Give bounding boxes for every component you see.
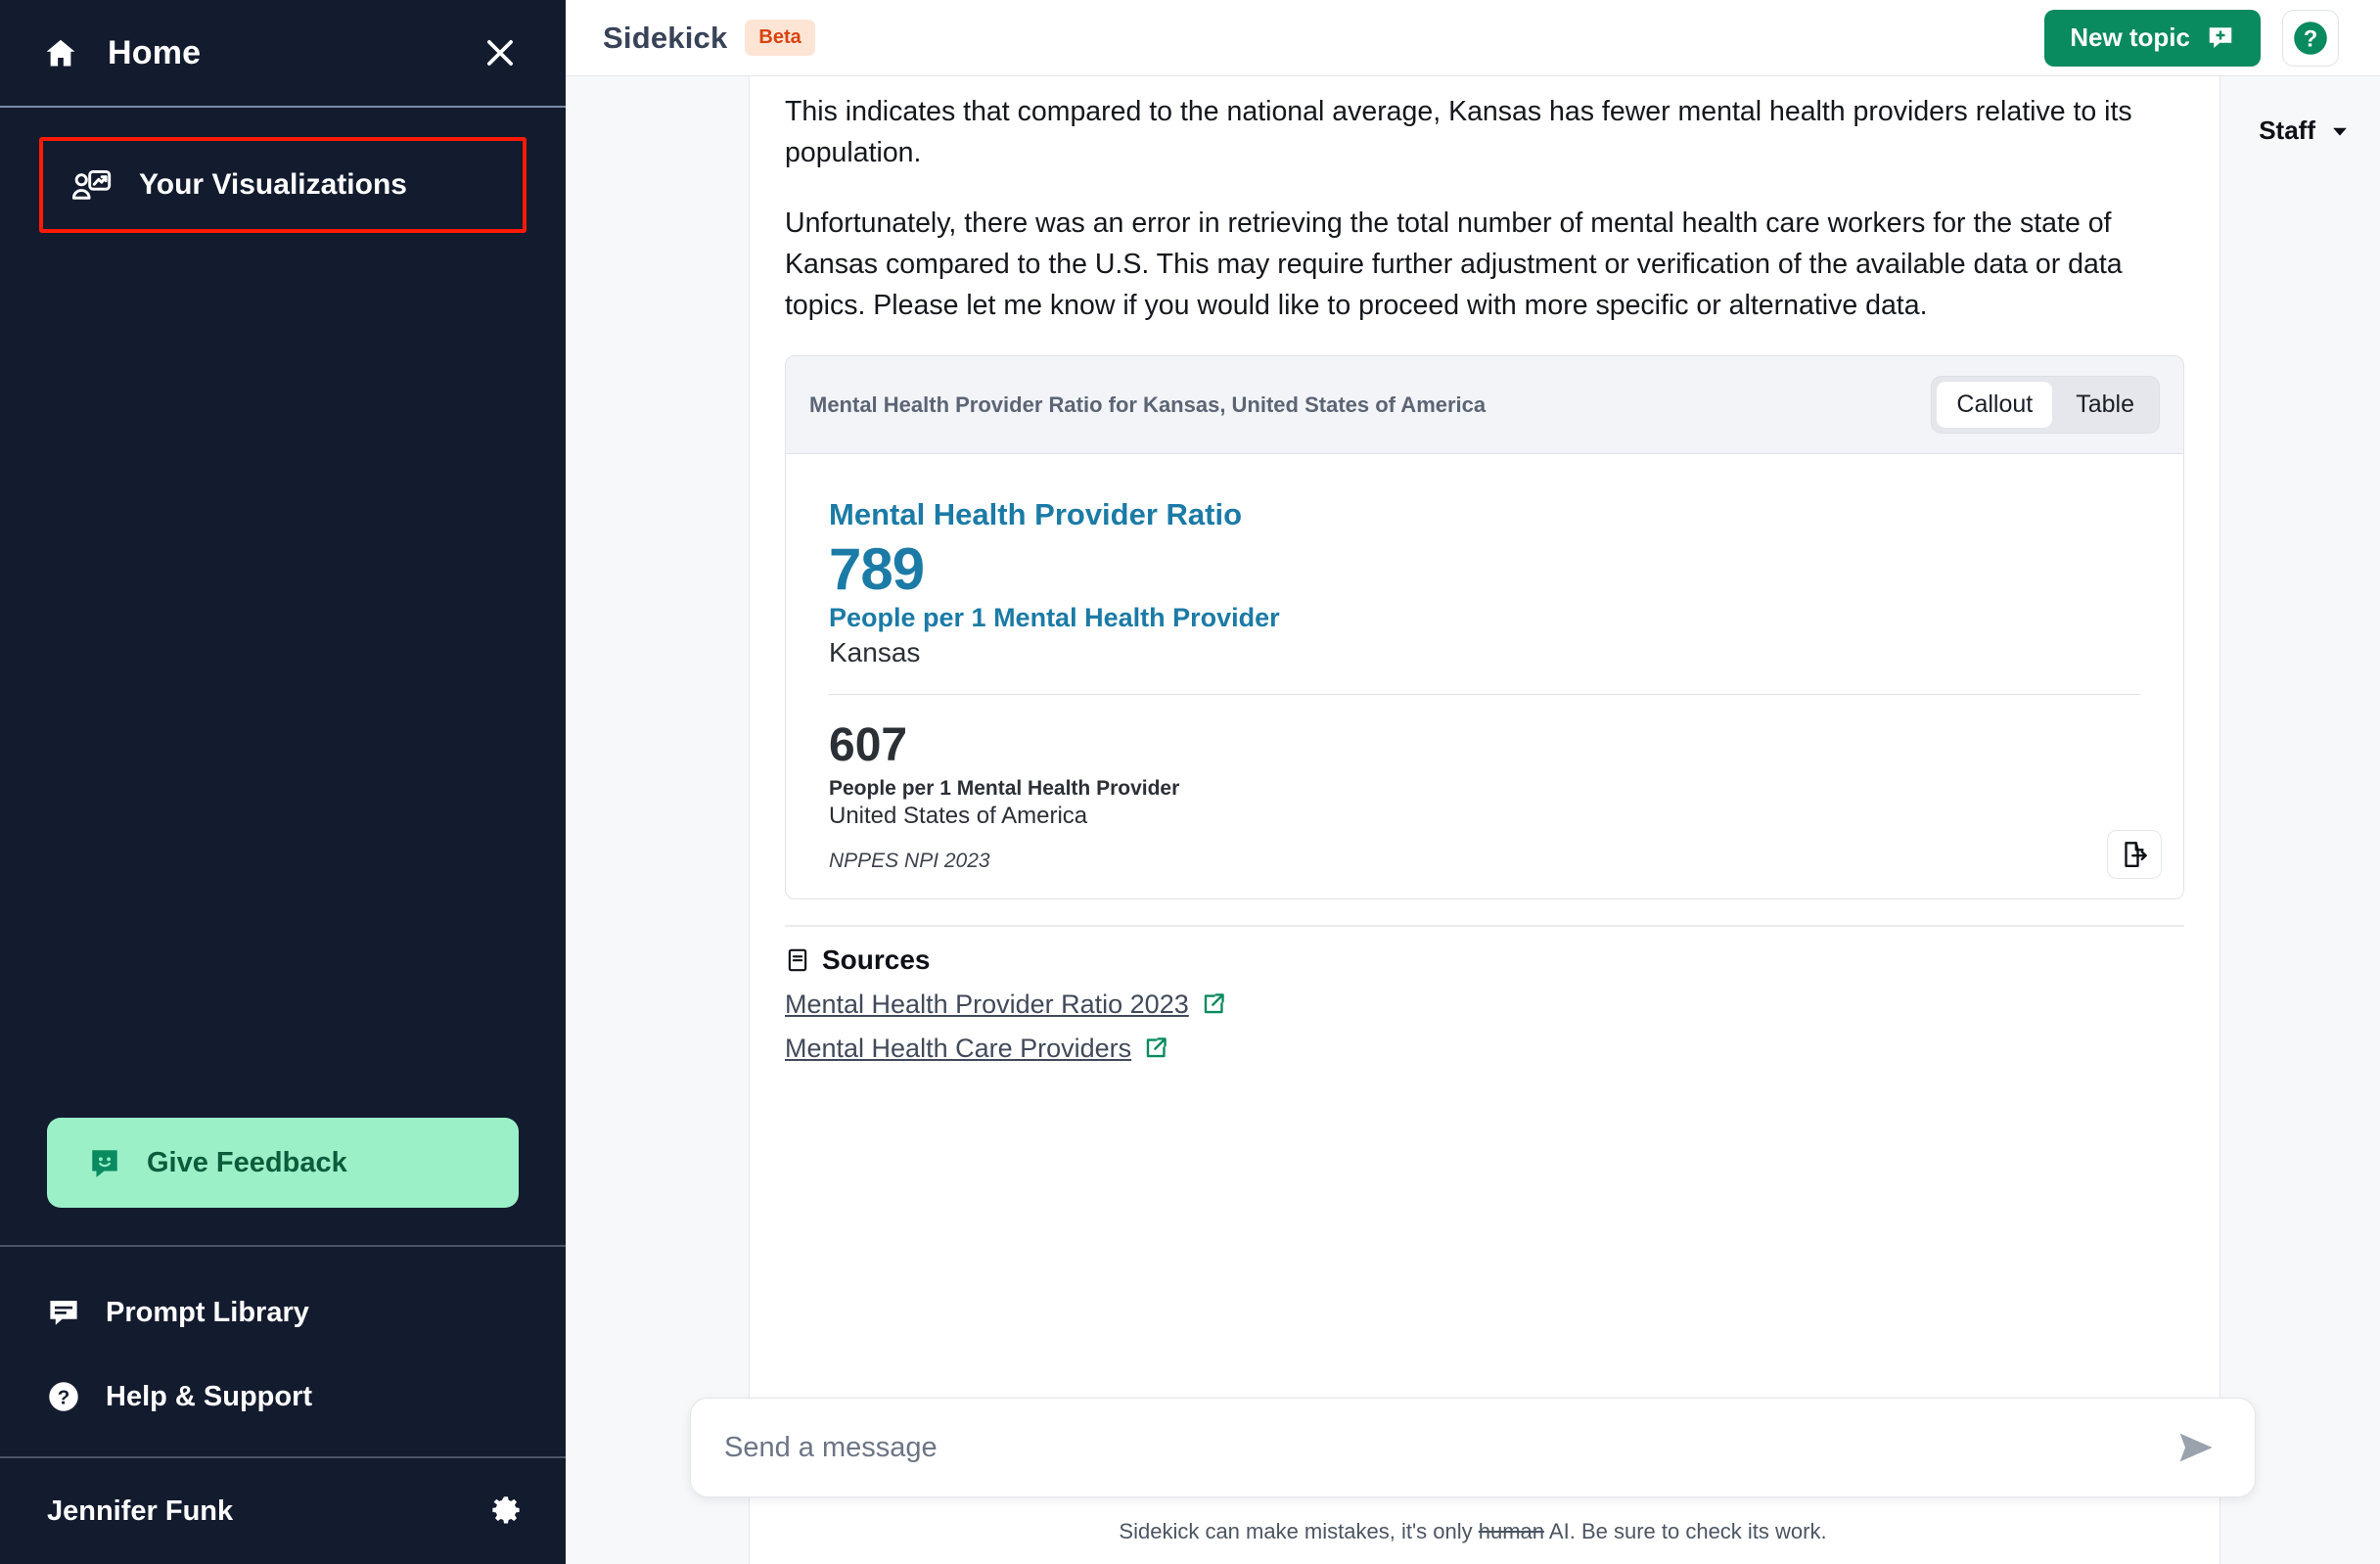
external-link-icon: [1201, 991, 1226, 1017]
visualization-card-body: Mental Health Provider Ratio 789 People …: [786, 454, 2183, 897]
sidebar-item-prompt-library[interactable]: Prompt Library: [47, 1296, 519, 1329]
new-topic-button[interactable]: New topic: [2044, 9, 2261, 67]
smiley-chat-icon: [88, 1146, 121, 1179]
chevron-down-icon: [2329, 120, 2351, 142]
visualization-card: Mental Health Provider Ratio for Kansas,…: [785, 355, 2184, 899]
content-body: This indicates that compared to the nati…: [566, 76, 2380, 1564]
chat-lines-icon: [47, 1296, 80, 1329]
disclaimer-part-2: AI. Be sure to check its work.: [1544, 1519, 1827, 1543]
give-feedback-button[interactable]: Give Feedback: [47, 1118, 519, 1208]
new-topic-label: New topic: [2070, 23, 2190, 52]
svg-text:?: ?: [2304, 25, 2318, 52]
gear-icon[interactable]: [489, 1495, 523, 1528]
chat-scroll-area[interactable]: This indicates that compared to the nati…: [750, 76, 2220, 1564]
chat-column: This indicates that compared to the nati…: [750, 76, 2220, 1564]
kpi-primary-unit: People per 1 Mental Health Provider: [829, 603, 1280, 633]
sources-divider: [785, 924, 2184, 927]
export-button[interactable]: [2107, 829, 2162, 879]
give-feedback-label: Give Feedback: [147, 1146, 347, 1178]
kpi-primary-place: Kansas: [829, 637, 921, 668]
give-feedback-wrapper: Give Feedback: [0, 1118, 566, 1245]
sidebar-header: Home: [0, 0, 566, 108]
kpi-primary-value: 789: [829, 536, 925, 603]
external-link-icon: [1143, 1035, 1168, 1061]
home-icon: [43, 35, 78, 70]
sidebar-item-label: Your Visualizations: [139, 168, 407, 201]
send-arrow-icon: [2174, 1428, 2218, 1467]
left-gutter: [566, 76, 750, 1564]
svg-text:?: ?: [58, 1386, 70, 1408]
document-lines-icon: [785, 947, 810, 973]
sidebar-user-row: Jennifer Funk: [0, 1456, 566, 1564]
disclaimer-struck-word: human: [1478, 1519, 1545, 1543]
source-link[interactable]: Mental Health Care Providers: [785, 1034, 1168, 1064]
sidebar-nav: Your Visualizations: [0, 108, 566, 233]
disclaimer-part-1: Sidekick can make mistakes, it's only: [1119, 1519, 1479, 1543]
topbar: Sidekick Beta New topic ?: [566, 0, 2380, 76]
sidebar-item-label: Help & Support: [106, 1380, 313, 1412]
kpi-comparison-unit: People per 1 Mental Health Provider: [829, 776, 1180, 800]
kpi-comparison-place: United States of America: [829, 802, 1088, 829]
disclaimer-text: Sidekick can make mistakes, it's only hu…: [566, 1497, 2380, 1564]
send-button[interactable]: [2171, 1428, 2221, 1467]
right-panel: Staff: [2220, 76, 2380, 1564]
sources-heading: Sources: [785, 944, 2184, 976]
source-link-label: Mental Health Provider Ratio 2023: [785, 989, 1189, 1019]
app-root: Home Your Visualizations Give Feedback P…: [0, 0, 2380, 1564]
sidebar-item-label: Prompt Library: [106, 1296, 309, 1328]
message-composer: [690, 1398, 2256, 1497]
tab-table[interactable]: Table: [2056, 382, 2154, 428]
question-mark-icon: ?: [2292, 20, 2329, 57]
sidebar-item-your-visualizations[interactable]: Your Visualizations: [39, 137, 526, 233]
kpi-metric-title: Mental Health Provider Ratio: [829, 497, 1243, 532]
source-link[interactable]: Mental Health Provider Ratio 2023: [785, 989, 1226, 1020]
sidebar: Home Your Visualizations Give Feedback P…: [0, 0, 566, 1564]
user-presentation-icon: [72, 166, 112, 204]
staff-selector-label: Staff: [2259, 115, 2315, 145]
composer-region: Sidekick can make mistakes, it's only hu…: [566, 1398, 2380, 1564]
view-toggle-group: Callout Table: [1931, 376, 2160, 435]
staff-selector[interactable]: Staff: [2220, 115, 2380, 146]
sidebar-home-link[interactable]: Home: [43, 34, 481, 72]
sidebar-item-help-support[interactable]: ? Help & Support: [47, 1380, 519, 1413]
close-icon[interactable]: [481, 34, 519, 71]
assistant-paragraph: This indicates that compared to the nati…: [785, 96, 2132, 168]
message-input[interactable]: [724, 1431, 2171, 1464]
app-title: Sidekick: [603, 20, 728, 55]
kpi-source-note: NPPES NPI 2023: [829, 849, 990, 872]
file-export-icon: [2120, 840, 2149, 869]
kpi-divider: [829, 694, 2140, 696]
sources-heading-label: Sources: [822, 943, 931, 975]
assistant-paragraph: Unfortunately, there was an error in ret…: [785, 207, 2123, 321]
beta-badge: Beta: [745, 20, 815, 56]
sidebar-home-label: Home: [108, 33, 202, 71]
user-name: Jennifer Funk: [47, 1495, 234, 1527]
visualization-title: Mental Health Provider Ratio for Kansas,…: [809, 391, 1487, 417]
kpi-comparison-value: 607: [829, 719, 908, 772]
source-link-label: Mental Health Care Providers: [785, 1033, 1132, 1063]
tab-callout[interactable]: Callout: [1937, 382, 2053, 429]
question-circle-icon: ?: [47, 1380, 80, 1413]
sidebar-links: Prompt Library ? Help & Support: [0, 1245, 566, 1456]
help-button[interactable]: ?: [2282, 9, 2339, 67]
chat-plus-icon: [2206, 23, 2235, 53]
visualization-card-header: Mental Health Provider Ratio for Kansas,…: [786, 356, 2183, 455]
main-area: Sidekick Beta New topic ? This indicates…: [566, 0, 2380, 1564]
